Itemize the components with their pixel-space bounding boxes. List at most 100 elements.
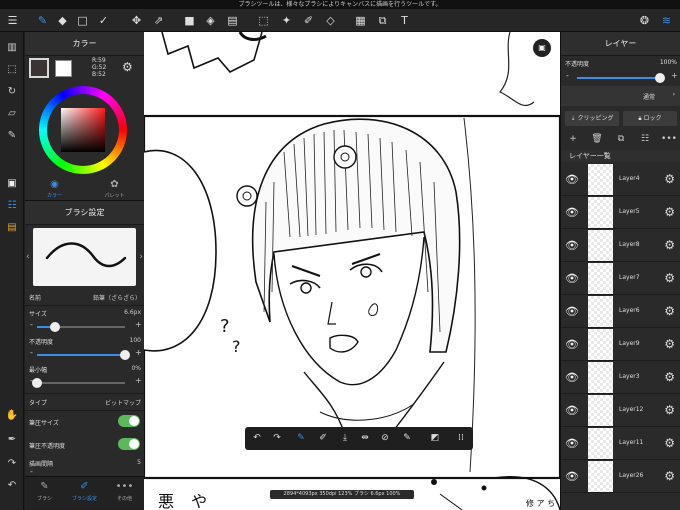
layer-row[interactable]: 👁︎ Layer5 ⚙ bbox=[561, 196, 680, 229]
opacity-slider[interactable] bbox=[37, 350, 130, 360]
select-square-icon[interactable]: □ bbox=[74, 12, 91, 29]
layer-opacity-slider[interactable] bbox=[577, 73, 665, 83]
selection-icon[interactable]: ⬚ bbox=[255, 12, 272, 29]
layer-row[interactable]: 👁︎ Layer7 ⚙ bbox=[561, 262, 680, 295]
eye-icon[interactable]: 👁︎ bbox=[565, 371, 579, 384]
layer-row[interactable]: 👁︎ Layer9 ⚙ bbox=[561, 328, 680, 361]
pen-icon[interactable]: ✐ bbox=[315, 430, 331, 446]
eye-icon[interactable]: 👁︎ bbox=[565, 470, 579, 483]
eye-icon[interactable]: 👁︎ bbox=[565, 305, 579, 318]
gear-icon[interactable]: ⚙ bbox=[122, 60, 133, 74]
redo-icon[interactable]: ↷ bbox=[269, 430, 285, 446]
bucket-icon[interactable]: ◈ bbox=[202, 12, 219, 29]
layer-list-icon[interactable]: ☷ bbox=[637, 134, 653, 144]
eye-icon[interactable]: 👁︎ bbox=[565, 206, 579, 219]
opacity-minus-button[interactable]: - bbox=[30, 348, 33, 357]
gear-icon[interactable]: ⚙ bbox=[664, 370, 675, 384]
menu-icon[interactable]: ☰ bbox=[4, 12, 21, 29]
gear-icon[interactable]: ⚙ bbox=[664, 436, 675, 450]
gear-icon[interactable]: ⚙ bbox=[664, 403, 675, 417]
eye-icon[interactable]: 👁︎ bbox=[565, 239, 579, 252]
lock-button[interactable]: 🔒︎ ロック bbox=[623, 111, 677, 126]
size-plus-button[interactable]: + bbox=[135, 320, 142, 329]
tab-other[interactable]: ••• その他 bbox=[105, 479, 144, 502]
brush-tool-icon[interactable]: ✎ bbox=[34, 12, 51, 29]
hand-select-icon[interactable]: ⧉ bbox=[374, 12, 391, 29]
fill-color-icon[interactable]: ■ bbox=[181, 12, 198, 29]
redo-icon[interactable]: ↷ bbox=[4, 456, 20, 472]
magic-wand-icon[interactable]: ✦ bbox=[278, 12, 295, 29]
pressure-size-toggle[interactable] bbox=[118, 415, 140, 427]
move-icon[interactable]: ✥ bbox=[128, 12, 145, 29]
select-eraser-icon[interactable]: ◇ bbox=[322, 12, 339, 29]
eye-icon[interactable]: 👁︎ bbox=[565, 404, 579, 417]
brush-settings-icon[interactable]: ☷ bbox=[4, 198, 20, 214]
color-wheel[interactable] bbox=[39, 86, 127, 174]
download-icon[interactable]: ⤓ bbox=[337, 430, 353, 446]
undo-icon[interactable]: ↶ bbox=[4, 478, 20, 494]
blend-mode-select[interactable]: 通常 › bbox=[561, 86, 680, 106]
layer-row[interactable]: 👁︎ Layer8 ⚙ bbox=[561, 229, 680, 262]
size-slider[interactable] bbox=[37, 322, 125, 332]
text-tool-icon[interactable]: T bbox=[396, 12, 413, 29]
eyedropper-icon[interactable]: ✒ bbox=[4, 432, 20, 448]
rotate-icon[interactable]: ↻ bbox=[4, 84, 20, 100]
gear-icon[interactable]: ⚙ bbox=[664, 271, 675, 285]
page-icon[interactable]: ▥ bbox=[4, 40, 20, 56]
size-minus-button[interactable]: - bbox=[30, 320, 33, 329]
duplicate-icon[interactable]: ⧉ bbox=[613, 134, 629, 144]
tab-brush[interactable]: ✎ ブラシ bbox=[25, 479, 64, 502]
select-pen-icon[interactable]: ✐ bbox=[300, 12, 317, 29]
eye-icon[interactable]: 👁︎ bbox=[565, 272, 579, 285]
opacity-plus-button[interactable]: + bbox=[135, 348, 142, 357]
layers-icon[interactable]: ≋ bbox=[658, 12, 675, 29]
layer-row[interactable]: 👁︎ Layer11 ⚙ bbox=[561, 427, 680, 460]
trash-icon[interactable]: 🗑︎ bbox=[589, 134, 605, 144]
gear-icon[interactable]: ⚙ bbox=[664, 337, 675, 351]
screen-tone-icon[interactable]: ◩ bbox=[427, 430, 443, 446]
transform-icon[interactable]: ⇗ bbox=[150, 12, 167, 29]
eye-icon[interactable]: 👁︎ bbox=[565, 173, 579, 186]
min-width-slider[interactable] bbox=[32, 378, 125, 388]
type-row[interactable]: タイプ ビットマップ bbox=[29, 398, 141, 407]
gear-icon[interactable]: ⚙ bbox=[664, 205, 675, 219]
layer-row[interactable]: 👁︎ Layer6 ⚙ bbox=[561, 295, 680, 328]
hand-icon[interactable]: ✋ bbox=[4, 408, 20, 424]
eye-icon[interactable]: 👁︎ bbox=[565, 437, 579, 450]
background-color-swatch[interactable] bbox=[55, 60, 72, 77]
tab-palette[interactable]: ✿ パレット bbox=[85, 178, 144, 200]
min-width-plus-button[interactable]: + bbox=[135, 376, 142, 385]
flip-icon[interactable]: ⇹ bbox=[357, 430, 373, 446]
material-icon[interactable]: ❂ bbox=[636, 12, 653, 29]
layer-opacity-knob[interactable] bbox=[655, 73, 665, 83]
interval-minus-button[interactable]: - bbox=[30, 467, 33, 476]
brush-name-row[interactable]: 名前 鉛筆（ざらざら） bbox=[29, 293, 141, 302]
eye-icon[interactable]: 👁︎ bbox=[565, 338, 579, 351]
chevron-left-icon[interactable]: ‹ bbox=[26, 252, 30, 262]
gradient-icon[interactable]: ▤ bbox=[224, 12, 241, 29]
min-width-slider-knob[interactable] bbox=[32, 378, 42, 388]
tab-brush-settings[interactable]: ✐ ブラシ設定 bbox=[65, 479, 104, 502]
gear-icon[interactable]: ⚙ bbox=[664, 469, 675, 483]
foreground-color-swatch[interactable] bbox=[29, 58, 49, 78]
correction-icon[interactable]: ✓ bbox=[95, 12, 112, 29]
clipping-button[interactable]: ⇣ クリッピング bbox=[565, 111, 619, 126]
brush-icon[interactable]: ✎ bbox=[293, 430, 309, 446]
tab-color[interactable]: ◉ カラー bbox=[25, 178, 84, 200]
palette-stack-icon[interactable]: ▤ bbox=[4, 220, 20, 236]
layer-opacity-minus-button[interactable]: - bbox=[566, 71, 569, 80]
navigator-icon[interactable]: ▣ bbox=[533, 39, 551, 57]
saturation-value-square[interactable] bbox=[61, 108, 105, 152]
layer-row[interactable]: 👁︎ Layer12 ⚙ bbox=[561, 394, 680, 427]
pressure-opacity-toggle[interactable] bbox=[118, 438, 140, 450]
undo-icon[interactable]: ↶ bbox=[249, 430, 265, 446]
snap-icon[interactable]: ✎ bbox=[4, 128, 20, 144]
gear-icon[interactable]: ⚙ bbox=[664, 304, 675, 318]
grid-dots-icon[interactable]: ⁞⁞ bbox=[453, 430, 469, 446]
more-icon[interactable]: ••• bbox=[661, 134, 677, 144]
select-icon[interactable]: ⬚ bbox=[4, 62, 20, 78]
add-layer-icon[interactable]: + bbox=[565, 134, 581, 144]
eraser-tool-icon[interactable]: ◆ bbox=[54, 12, 71, 29]
chevron-right-icon[interactable]: › bbox=[139, 252, 143, 262]
frame-icon[interactable]: ▦ bbox=[352, 12, 369, 29]
